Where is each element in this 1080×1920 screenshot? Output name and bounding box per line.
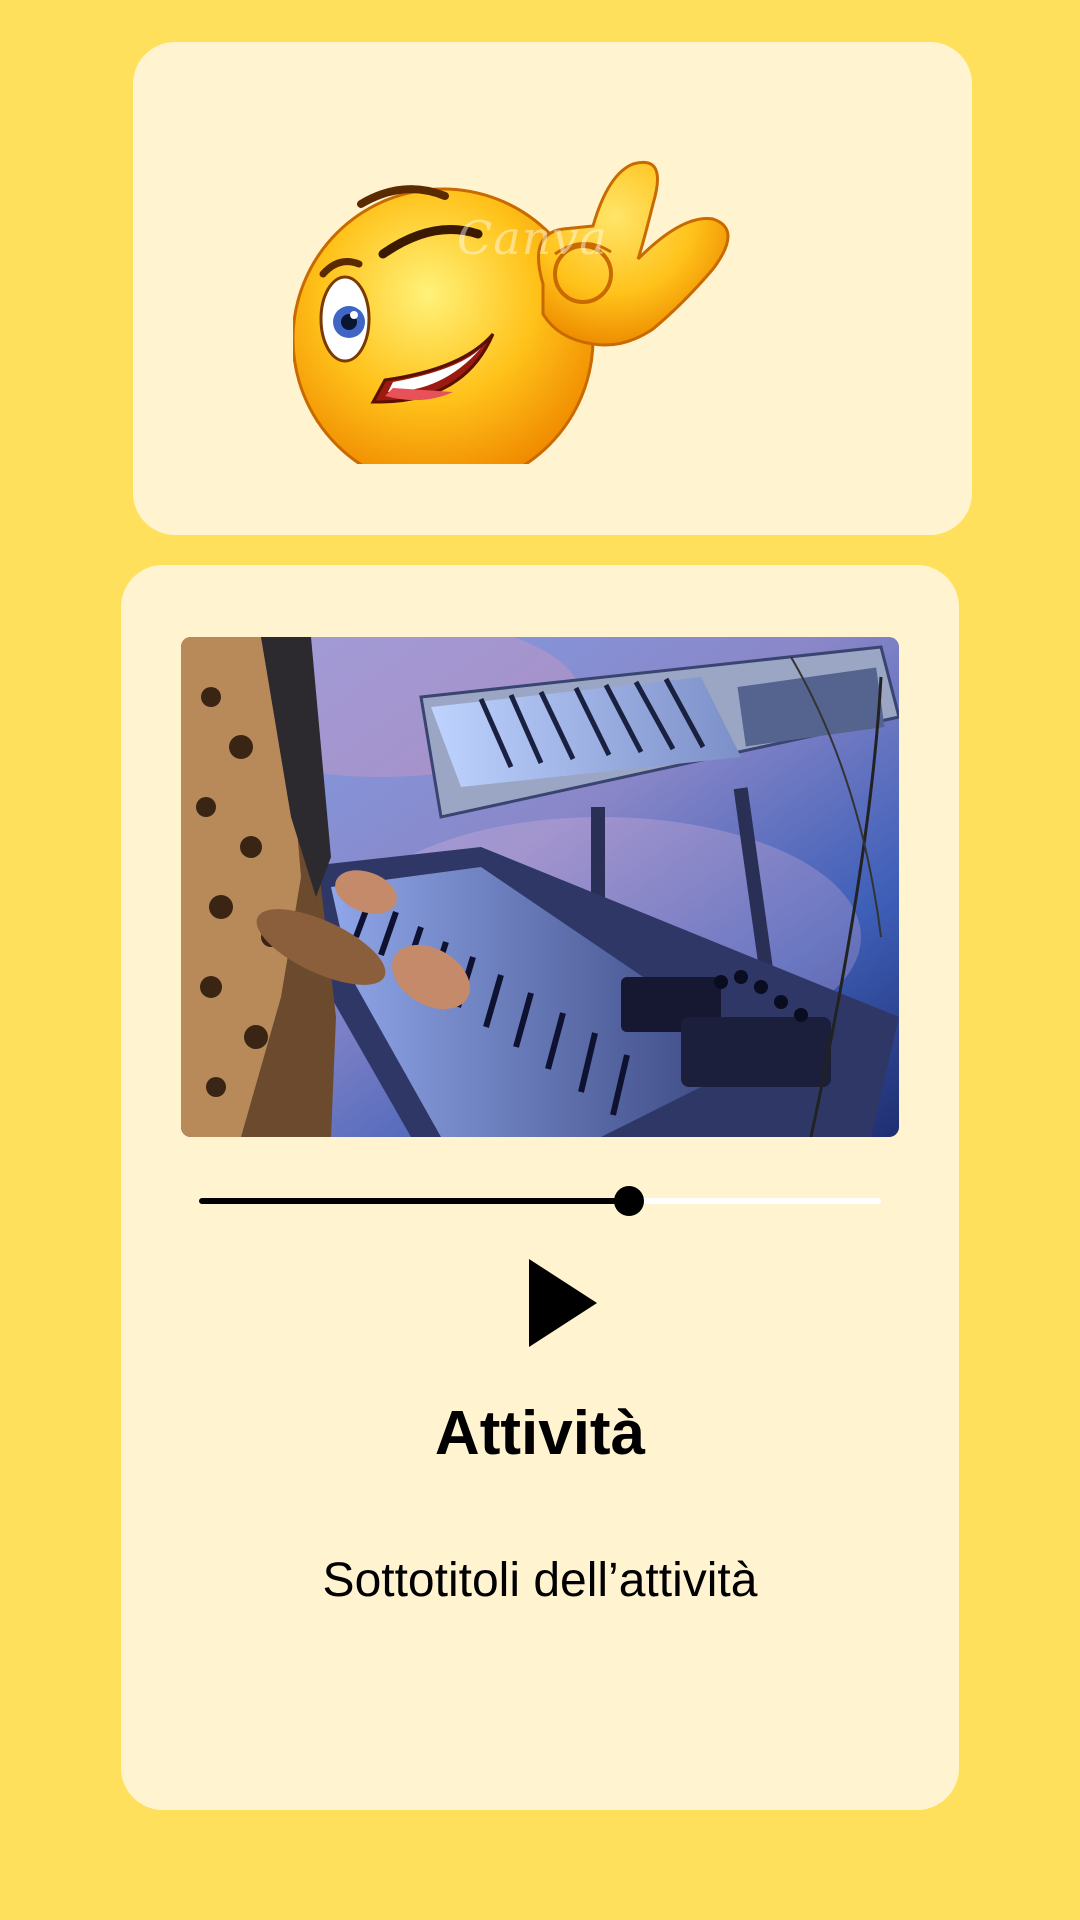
emoji-card: Canva: [133, 42, 972, 535]
progress-slider[interactable]: [199, 1186, 881, 1216]
media-player-card: Attività Sottotitoli dell’attività: [121, 565, 959, 1810]
activity-title: Attività: [434, 1399, 646, 1468]
progress-handle[interactable]: [613, 1186, 644, 1216]
activity-subtitle: Sottotitoli dell’attività: [322, 1554, 758, 1607]
progress-fill: [199, 1198, 629, 1204]
canva-watermark: Canva: [457, 211, 608, 265]
play-icon: [529, 1259, 597, 1347]
winking-ok-hand-emoji-icon: [291, 134, 773, 491]
keyboard-player-photo: [181, 637, 899, 1137]
play-button[interactable]: [521, 1253, 601, 1353]
